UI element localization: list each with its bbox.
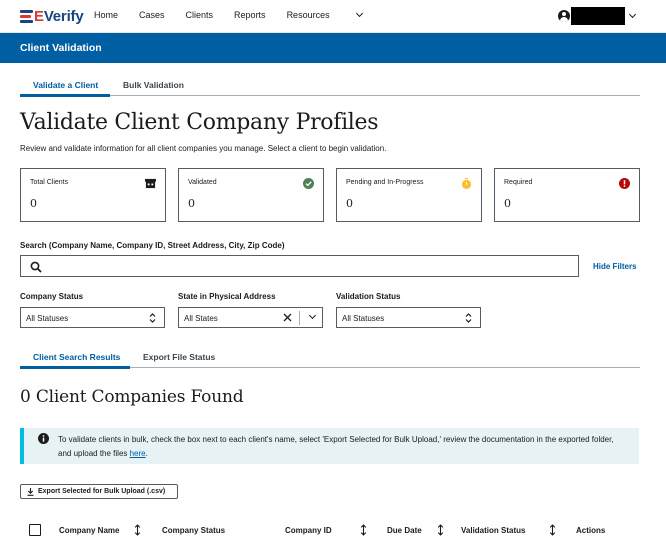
validation-status-select[interactable]: All Statuses [336, 307, 481, 328]
validation-tabs: Validate a Client Bulk Validation [20, 79, 640, 97]
alert-here-link[interactable]: here [130, 449, 146, 458]
nav-home[interactable]: Home [94, 10, 118, 20]
active-tab-indicator [20, 366, 130, 369]
card-pending: Pending and In-Progress 0 [336, 168, 482, 222]
banner-title: Client Validation [20, 42, 102, 54]
card-label: Total Clients [30, 179, 69, 186]
column-company-id[interactable]: Company ID [285, 526, 332, 535]
user-circle-icon[interactable] [558, 10, 570, 22]
select-value: All Statuses [342, 314, 385, 323]
clock-icon [461, 178, 472, 189]
download-icon [27, 488, 34, 496]
chevron-down-icon[interactable] [628, 10, 637, 19]
alert-end: . [145, 448, 148, 458]
card-validated: Validated 0 [178, 168, 324, 222]
results-tabs: Client Search Results Export File Status [20, 351, 640, 369]
top-nav: EVerify Home Cases Clients Reports Resou… [0, 0, 666, 33]
validation-status-label: Validation Status [336, 292, 401, 301]
page-subtitle: Review and validate information for all … [20, 144, 387, 153]
page-title: Validate Client Company Profiles [20, 110, 379, 135]
active-tab-indicator [20, 94, 110, 97]
sort-icon[interactable] [360, 524, 367, 536]
divider [299, 311, 300, 325]
card-label: Required [504, 179, 533, 186]
flag-stripes-icon [20, 9, 33, 23]
card-label: Validated [188, 179, 217, 186]
card-required: Required 0 [494, 168, 640, 222]
everify-logo[interactable]: EVerify [20, 7, 84, 25]
tab-bulk-validation[interactable]: Bulk Validation [123, 80, 184, 90]
logo-letter: E [34, 7, 44, 25]
select-value: All States [184, 314, 218, 323]
info-alert: To validate clients in bulk, check the b… [20, 428, 639, 464]
card-value: 0 [188, 197, 195, 210]
export-button-label: Export Selected for Bulk Upload (.csv) [38, 488, 166, 495]
column-actions: Actions [576, 526, 606, 535]
tab-client-search-results[interactable]: Client Search Results [33, 352, 120, 362]
chevron-down-icon[interactable] [308, 311, 317, 320]
search-label: Search (Company Name, Company ID, Street… [20, 241, 285, 250]
column-company-name[interactable]: Company Name [59, 526, 119, 535]
tab-export-file-status[interactable]: Export File Status [143, 352, 215, 362]
card-label: Pending and In-Progress [346, 179, 424, 186]
main-nav: Home Cases Clients Reports Resources [94, 9, 383, 20]
nav-cases[interactable]: Cases [139, 10, 165, 20]
company-status-label: Company Status [20, 292, 84, 301]
logo-text: Verify [43, 7, 84, 25]
card-value: 0 [504, 197, 511, 210]
select-all-checkbox[interactable] [29, 524, 41, 536]
sort-icon[interactable] [134, 524, 141, 536]
building-icon [145, 178, 156, 189]
hide-filters-link[interactable]: Hide Filters [593, 262, 637, 271]
select-value: All Statuses [26, 314, 69, 323]
error-icon [619, 178, 630, 189]
page-banner: Client Validation [0, 33, 666, 63]
user-name-redacted[interactable] [571, 7, 625, 25]
column-validation-status[interactable]: Validation Status [461, 526, 525, 535]
nav-resources-label: Resources [286, 10, 330, 20]
card-value: 0 [30, 197, 37, 210]
results-table-header: Company Name Company Status Company ID D… [20, 521, 640, 543]
state-label: State in Physical Address [178, 292, 276, 301]
column-company-status: Company Status [162, 526, 226, 535]
sort-icon[interactable] [549, 524, 556, 536]
clear-icon[interactable] [282, 312, 293, 323]
sort-updown-icon [149, 313, 156, 323]
sort-icon[interactable] [437, 524, 444, 536]
nav-resources[interactable]: Resources [286, 9, 363, 20]
chevron-down-icon [355, 9, 363, 18]
check-circle-icon [303, 178, 314, 189]
sort-updown-icon [465, 313, 472, 323]
card-value: 0 [346, 197, 353, 210]
tab-validate-a-client[interactable]: Validate a Client [33, 80, 98, 90]
search-input[interactable] [20, 255, 579, 277]
card-total-clients: Total Clients 0 [20, 168, 166, 222]
search-icon [30, 261, 42, 273]
results-heading: 0 Client Companies Found [20, 387, 244, 407]
alert-text: To validate clients in bulk, check the b… [58, 433, 618, 460]
nav-clients[interactable]: Clients [186, 10, 214, 20]
nav-reports[interactable]: Reports [234, 10, 266, 20]
info-icon [38, 433, 49, 444]
export-selected-button[interactable]: Export Selected for Bulk Upload (.csv) [20, 484, 178, 499]
company-status-select[interactable]: All Statuses [20, 307, 165, 328]
column-due-date[interactable]: Due Date [387, 526, 422, 535]
state-select[interactable]: All States [178, 307, 323, 328]
